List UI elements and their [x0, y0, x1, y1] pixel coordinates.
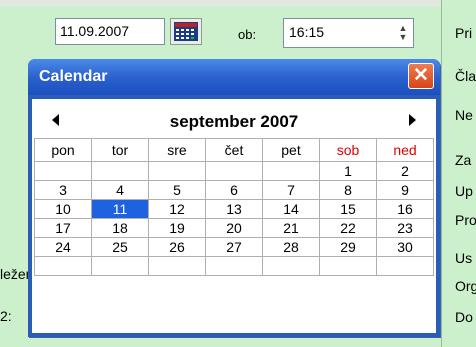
- right-label-4: Za: [455, 152, 472, 168]
- day-cell[interactable]: 30: [376, 237, 434, 257]
- day-cell[interactable]: 12: [148, 199, 206, 219]
- day-cell[interactable]: 19: [148, 218, 206, 238]
- window-title: Calendar: [39, 68, 108, 85]
- day-cell[interactable]: [205, 256, 263, 276]
- day-cell[interactable]: 21: [262, 218, 320, 238]
- day-cell[interactable]: [91, 161, 149, 181]
- left-label-fragment-2: 2:: [0, 308, 12, 324]
- ob-label: ob:: [238, 27, 257, 42]
- day-cell[interactable]: 25: [91, 237, 149, 257]
- day-cell[interactable]: 2: [376, 161, 434, 181]
- date-field[interactable]: 11.09.2007: [55, 18, 165, 45]
- day-cell[interactable]: 29: [319, 237, 377, 257]
- day-cell[interactable]: 23: [376, 218, 434, 238]
- day-cell[interactable]: [34, 161, 92, 181]
- week-row: 3 4 5 6 7 8 9: [34, 180, 434, 200]
- weekday-header: pon: [34, 138, 92, 162]
- day-cell[interactable]: 14: [262, 199, 320, 219]
- day-cell[interactable]: 24: [34, 237, 92, 257]
- day-cell[interactable]: 7: [262, 180, 320, 200]
- next-month-icon[interactable]: [409, 114, 416, 126]
- calendar-icon: [174, 22, 198, 41]
- top-strip: [0, 0, 441, 7]
- day-cell[interactable]: 18: [91, 218, 149, 238]
- weekday-header-row: pon tor sre čet pet sob ned: [34, 138, 434, 162]
- day-cell-selected[interactable]: 11: [91, 199, 149, 219]
- weekday-header: sre: [148, 138, 206, 162]
- spin-down-icon[interactable]: ▼: [399, 33, 408, 42]
- month-header: september 2007: [34, 103, 434, 141]
- weekday-header: sob: [319, 138, 377, 162]
- day-cell[interactable]: [34, 256, 92, 276]
- day-cell[interactable]: [319, 256, 377, 276]
- day-cell[interactable]: 13: [205, 199, 263, 219]
- day-cell[interactable]: [262, 256, 320, 276]
- right-label-9: Do: [455, 309, 473, 325]
- day-cell[interactable]: 22: [319, 218, 377, 238]
- weekday-header: pet: [262, 138, 320, 162]
- right-label-7: Us: [455, 250, 473, 266]
- day-cell[interactable]: [91, 256, 149, 276]
- day-cell[interactable]: 5: [148, 180, 206, 200]
- right-label-3: Ne: [455, 107, 473, 123]
- weekday-header: ned: [376, 138, 434, 162]
- day-cell[interactable]: 9: [376, 180, 434, 200]
- day-cell[interactable]: 28: [262, 237, 320, 257]
- week-row: 17 18 19 20 21 22 23: [34, 218, 434, 238]
- day-cell[interactable]: [205, 161, 263, 181]
- month-calendar: september 2007 pon tor sre čet pet sob n…: [34, 103, 434, 331]
- day-cell[interactable]: 1: [319, 161, 377, 181]
- week-row: 24 25 26 27 28 29 30: [34, 237, 434, 257]
- weekday-header: tor: [91, 138, 149, 162]
- day-cell[interactable]: 27: [205, 237, 263, 257]
- month-title: september 2007: [169, 112, 299, 131]
- day-cell[interactable]: 15: [319, 199, 377, 219]
- day-cell[interactable]: 20: [205, 218, 263, 238]
- week-row: 1 2: [34, 161, 434, 181]
- right-label-2: Čla: [455, 68, 476, 84]
- right-label-8: Org: [455, 278, 476, 294]
- day-cell[interactable]: [148, 161, 206, 181]
- calendar-body: september 2007 pon tor sre čet pet sob n…: [32, 99, 436, 333]
- right-label-1: Pri: [455, 25, 473, 41]
- day-cell[interactable]: 3: [34, 180, 92, 200]
- day-cell[interactable]: 10: [34, 199, 92, 219]
- day-cell[interactable]: [262, 161, 320, 181]
- calendar-window: Calendar ✕ september 2007 pon tor sre če…: [28, 59, 440, 337]
- day-cell[interactable]: 17: [34, 218, 92, 238]
- day-cell[interactable]: 26: [148, 237, 206, 257]
- time-field[interactable]: 16:15 ▲ ▼: [283, 18, 414, 48]
- time-value: 16:15: [289, 24, 325, 40]
- day-cell[interactable]: 16: [376, 199, 434, 219]
- day-cell[interactable]: 4: [91, 180, 149, 200]
- time-spinner[interactable]: ▲ ▼: [395, 21, 411, 45]
- day-cell[interactable]: 8: [319, 180, 377, 200]
- day-cell[interactable]: [148, 256, 206, 276]
- title-bar[interactable]: Calendar ✕: [28, 59, 440, 95]
- week-row: 10 11 12 13 14 15 16: [34, 199, 434, 219]
- day-cell[interactable]: 6: [205, 180, 263, 200]
- day-cell[interactable]: [376, 256, 434, 276]
- week-row: [34, 256, 434, 276]
- right-panel: [441, 0, 476, 347]
- right-label-6: Pro: [455, 212, 476, 228]
- calendar-button[interactable]: [170, 18, 202, 45]
- weekday-header: čet: [205, 138, 263, 162]
- day-grid: pon tor sre čet pet sob ned 1 2 3 4 5 6 …: [34, 138, 434, 276]
- close-button[interactable]: ✕: [408, 63, 434, 89]
- right-label-5: Up: [455, 183, 473, 199]
